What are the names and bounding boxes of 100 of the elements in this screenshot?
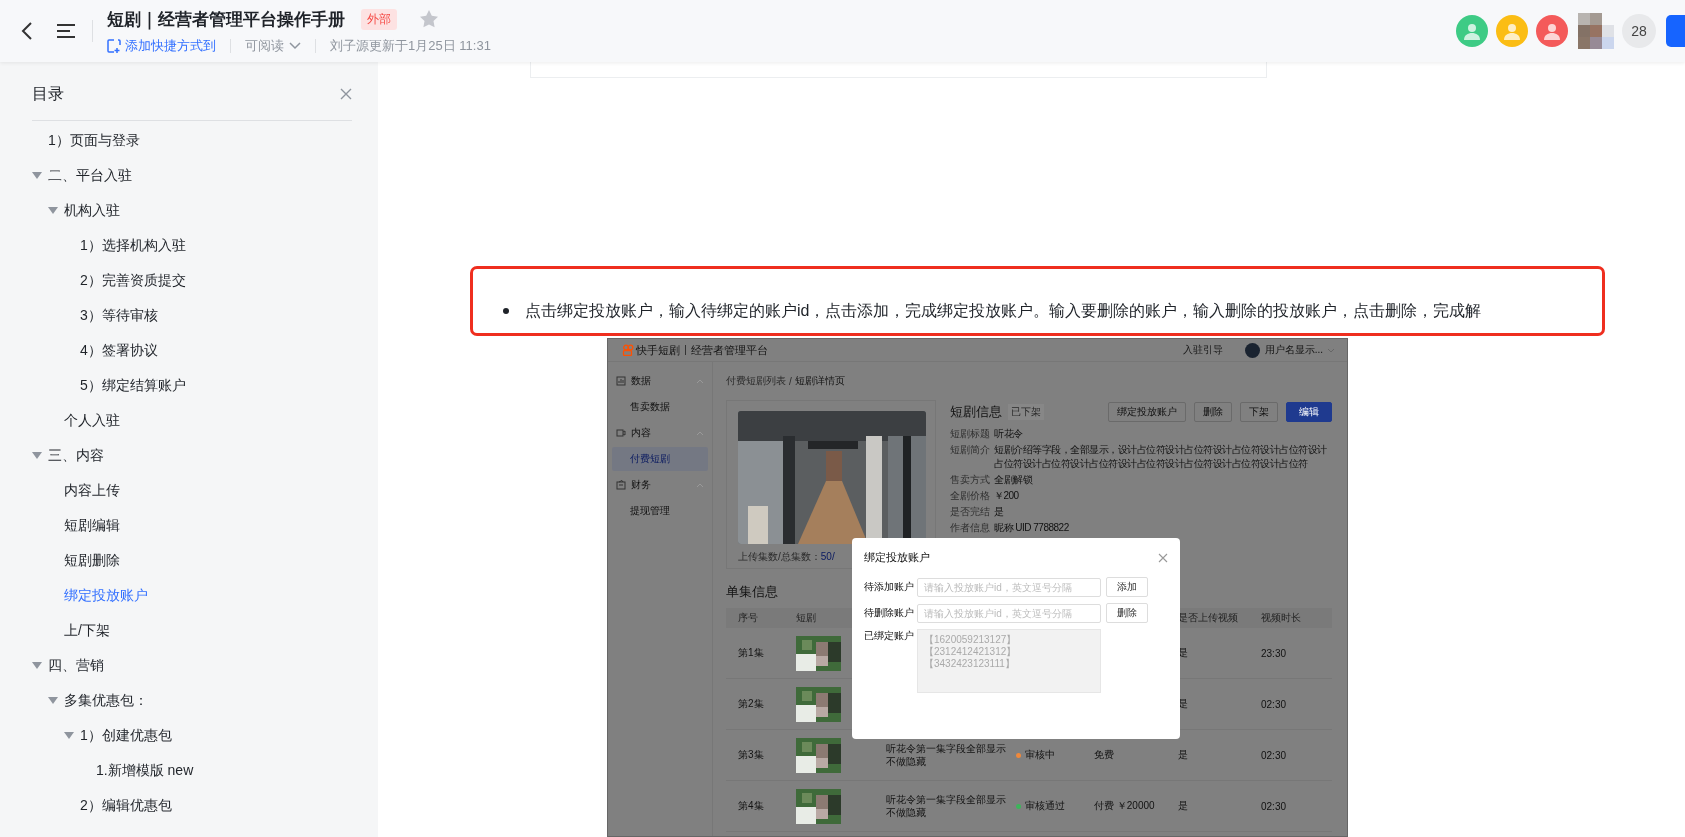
field-label: 是否完结 bbox=[950, 505, 991, 519]
action-button[interactable]: 编辑 bbox=[1286, 402, 1332, 422]
action-button[interactable]: 删除 bbox=[1194, 402, 1232, 422]
toc-item[interactable]: 4）签署协议 bbox=[80, 341, 158, 360]
caret-icon[interactable] bbox=[64, 731, 74, 740]
breadcrumb-separator: / bbox=[789, 375, 792, 387]
nav-group[interactable]: 财务 bbox=[608, 472, 712, 498]
nav-item[interactable]: 提现管理 bbox=[612, 499, 708, 523]
field-label: 短剧标题 bbox=[950, 427, 991, 441]
table-cell-text: 是 bbox=[1178, 799, 1189, 813]
toc-item[interactable]: 1）选择机构入驻 bbox=[80, 236, 186, 255]
toc-item[interactable]: 1）创建优惠包 bbox=[80, 726, 172, 745]
table-cell-text: 02:30 bbox=[1261, 698, 1288, 710]
caret-icon[interactable] bbox=[48, 696, 58, 705]
toc-item[interactable]: 三、内容 bbox=[48, 446, 104, 465]
toc-item[interactable]: 二、平台入驻 bbox=[48, 166, 132, 185]
toc-item[interactable]: 2）编辑优惠包 bbox=[80, 796, 172, 815]
field-label: 已绑定账户 bbox=[864, 629, 915, 643]
field-value: 是 bbox=[994, 505, 1005, 519]
dialog-button[interactable]: 删除 bbox=[1106, 603, 1148, 623]
toc-item[interactable]: 1.新增模版 new bbox=[96, 761, 194, 780]
external-badge: 外部 bbox=[361, 8, 397, 30]
dialog-title: 绑定投放账户 bbox=[864, 550, 930, 565]
update-info: 刘子源更新于1月25日 11:31 bbox=[330, 36, 491, 55]
toc-item[interactable]: 短剧删除 bbox=[64, 551, 120, 570]
logo-icon bbox=[622, 344, 634, 356]
action-button[interactable]: 绑定投放账户 bbox=[1108, 402, 1186, 422]
toc-item[interactable]: 短剧编辑 bbox=[64, 516, 120, 535]
toc-item[interactable]: 四、营销 bbox=[48, 656, 104, 675]
close-icon[interactable] bbox=[1158, 552, 1168, 563]
toc-item[interactable]: 上/下架 bbox=[64, 621, 110, 640]
video-icon bbox=[616, 428, 626, 438]
caret-icon[interactable] bbox=[48, 206, 58, 215]
section-title: 单集信息 bbox=[726, 583, 778, 601]
toc-item[interactable]: 5）绑定结算账户 bbox=[80, 376, 186, 395]
avatar[interactable] bbox=[1244, 342, 1260, 358]
table-cell-text: 23:30 bbox=[1261, 647, 1288, 659]
add-shortcut-icon bbox=[107, 38, 121, 53]
nav-group[interactable]: 内容 bbox=[608, 420, 712, 446]
toc-title: 目录 bbox=[32, 83, 64, 104]
add-shortcut-link[interactable]: 添加快捷方式到 bbox=[107, 36, 216, 55]
caret-icon[interactable] bbox=[32, 171, 42, 180]
action-button[interactable]: 下架 bbox=[1240, 402, 1278, 422]
toc-item[interactable]: 3）等待审核 bbox=[80, 306, 158, 325]
table-cell-text: 第2集 bbox=[738, 697, 765, 711]
field-label: 短剧简介 bbox=[950, 443, 991, 457]
close-icon[interactable] bbox=[340, 88, 352, 100]
table-cell-text: 免费 bbox=[1094, 748, 1115, 762]
field-label: 待删除账户 bbox=[864, 606, 915, 620]
brand-name: 快手短剧 bbox=[636, 342, 680, 358]
table-cell: 审核中 bbox=[1025, 748, 1055, 762]
star-icon[interactable] bbox=[419, 9, 439, 29]
field-label: 待添加账户 bbox=[864, 580, 915, 594]
caret-icon[interactable] bbox=[32, 661, 42, 670]
caret-icon[interactable] bbox=[32, 451, 42, 460]
field-label: 作者信息 bbox=[950, 521, 991, 535]
info-title: 短剧信息 bbox=[950, 403, 1002, 421]
column-header: 序号 bbox=[738, 611, 758, 625]
chevron-down-icon bbox=[1327, 347, 1335, 353]
collaborator-avatar[interactable] bbox=[1496, 15, 1528, 47]
toc-item[interactable]: 绑定投放账户 bbox=[64, 586, 148, 605]
dialog-button[interactable]: 添加 bbox=[1106, 577, 1148, 597]
table-cell-text: 02:30 bbox=[1261, 800, 1288, 812]
table-cell: 审核通过 bbox=[1025, 799, 1065, 813]
chevron-up-icon bbox=[696, 378, 704, 384]
toc-item[interactable]: 1）页面与登录 bbox=[48, 131, 140, 150]
step-text: 点击绑定投放账户，输入待绑定的账户id，点击添加，完成绑定投放账户。输入要删除的账户，输入删除的投放账户，点击删除，完成解 bbox=[503, 301, 1685, 321]
table-cell-text: 付费 ￥20000 bbox=[1094, 799, 1156, 813]
field-value: ￥200 bbox=[994, 489, 1020, 503]
field-value: 全剧解锁 bbox=[994, 473, 1034, 487]
back-icon[interactable] bbox=[20, 21, 34, 41]
toc-item[interactable]: 内容上传 bbox=[64, 481, 120, 500]
upload-count-value: 50/ bbox=[820, 551, 835, 562]
user-menu[interactable]: 用户名显示... bbox=[1264, 343, 1335, 357]
account-id: 【2312412421312】 bbox=[924, 646, 1018, 658]
toc-item[interactable]: 机构入驻 bbox=[64, 201, 120, 220]
status-tag: 已下架 bbox=[1008, 404, 1044, 420]
wallet-icon bbox=[616, 480, 626, 490]
action-button[interactable] bbox=[1666, 15, 1685, 47]
field-value: 听花令 bbox=[994, 427, 1024, 441]
nav-item[interactable]: 售卖数据 bbox=[612, 395, 708, 419]
table-cell-text: 第3集 bbox=[738, 748, 765, 762]
field-value: 短剧介绍等字段，全部显示，设计占位符设计占位符设计占位符设计占位符设计占位符设计占位符设计占位符设计占位符设计占位符设计占位符设计占位符 bbox=[994, 443, 1328, 471]
collaborator-count[interactable]: 28 bbox=[1622, 14, 1656, 48]
account-id: 【3432423123111】 bbox=[924, 658, 1016, 670]
collaborator-avatar[interactable] bbox=[1456, 15, 1488, 47]
menu-icon[interactable] bbox=[56, 23, 76, 39]
toc-item[interactable]: 多集优惠包： bbox=[64, 691, 148, 710]
guide-link[interactable]: 入驻引导 bbox=[1182, 343, 1223, 357]
account-id: 【1620059213127】 bbox=[924, 634, 1018, 646]
chart-icon bbox=[616, 376, 626, 386]
toc-item[interactable]: 2）完善资质提交 bbox=[80, 271, 186, 290]
column-header: 短剧 bbox=[796, 611, 816, 625]
field-label: 全剧价格 bbox=[950, 489, 991, 503]
breadcrumb-link[interactable]: 付费短剧列表 bbox=[726, 374, 786, 388]
collaborator-avatar[interactable] bbox=[1536, 15, 1568, 47]
toc-item[interactable]: 个人入驻 bbox=[64, 411, 120, 430]
nav-group[interactable]: 数据 bbox=[608, 368, 712, 394]
platform-name: 经营者管理平台 bbox=[691, 342, 768, 358]
nav-item[interactable]: 付费短剧 bbox=[612, 447, 708, 471]
